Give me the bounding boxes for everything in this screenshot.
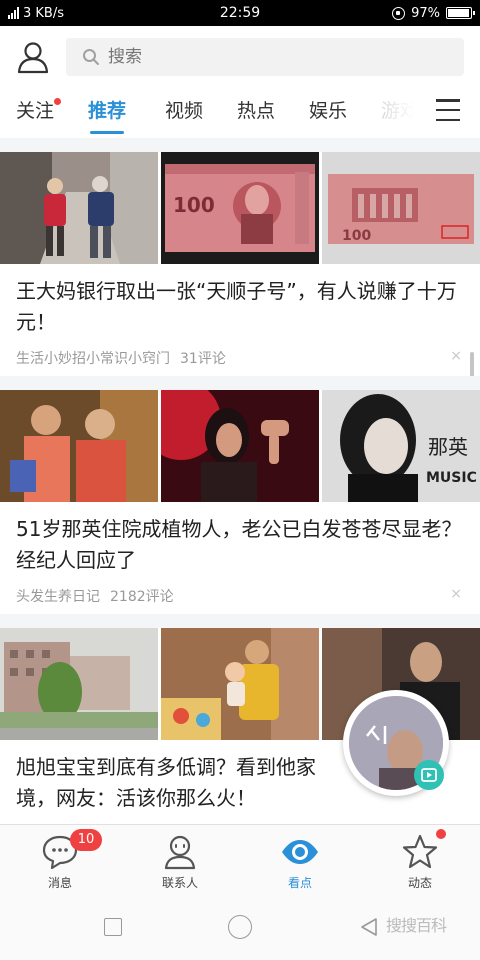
back-icon[interactable] (358, 916, 380, 938)
moments-dot-badge (436, 829, 446, 839)
rotation-lock-icon (392, 6, 406, 20)
search-icon (83, 49, 99, 65)
article-title[interactable]: 王大妈银行取出一张“天顺子号”，有人说赚了十万元！ (0, 264, 480, 338)
bottom-tab-contacts[interactable]: 联系人 (120, 825, 240, 895)
tab-video[interactable]: 视频 (165, 96, 203, 128)
system-nav-bar: 搜搜百科 (0, 894, 480, 960)
article-title-line2: 境，网友：活该你那么火！ (16, 786, 256, 810)
eye-icon (282, 840, 318, 864)
article-source[interactable]: 生活小妙招小常识小窍门 (16, 348, 170, 368)
home-icon[interactable] (228, 915, 252, 939)
poster-name: 那英 (428, 435, 468, 459)
tab-follow[interactable]: 关注 (16, 96, 62, 128)
tab-hot[interactable]: 热点 (237, 96, 275, 128)
tabs-fade-overlay (366, 88, 426, 134)
header (0, 26, 480, 88)
feed-divider (0, 614, 480, 628)
comment-count: 31评论 (180, 351, 226, 367)
thumbnail-singer-stage[interactable] (161, 390, 319, 502)
svg-text:100: 100 (342, 228, 371, 244)
bottom-tab-contacts-label: 联系人 (161, 876, 198, 890)
bottom-tab-messages[interactable]: 消息 10 (0, 825, 120, 895)
bottom-tab-moments[interactable]: 动态 (360, 825, 480, 895)
thumbnail-street-elderly[interactable] (0, 152, 158, 264)
network-speed: 3 KB/s (23, 5, 64, 21)
dismiss-icon[interactable]: × (450, 586, 462, 602)
battery-icon (446, 7, 475, 19)
thumbnail-man-with-baby[interactable] (161, 628, 319, 740)
recent-apps-icon[interactable] (104, 918, 122, 936)
tab-hot-label: 热点 (237, 100, 276, 122)
thumbnail-row: 100 100 (0, 152, 480, 264)
contacts-icon (164, 835, 196, 870)
search-input[interactable] (108, 47, 408, 67)
article-source[interactable]: 头发生养日记 (16, 586, 100, 606)
thumbnail-banknote-front[interactable]: 100 (161, 152, 319, 264)
status-left: 3 KB/s (8, 6, 392, 21)
thumbnail-row: 那英 MUSIC (0, 390, 480, 502)
article-meta: 生活小妙招小常识小窍门 31评论 × (0, 338, 480, 368)
feed-divider (0, 376, 480, 390)
bottom-tab-kandian-label: 看点 (287, 876, 312, 890)
dismiss-icon[interactable]: × (450, 348, 462, 364)
feed-item[interactable]: 100 100 王大妈银行取出一张“天顺子号”，有人说赚了十万元！ 生活小妙招小… (0, 152, 480, 368)
battery-percent: 97% (411, 5, 440, 21)
tab-follow-label: 关注 (16, 100, 55, 122)
new-dot-badge (54, 98, 62, 105)
feed-divider (0, 138, 480, 152)
status-bar: 3 KB/s 22:59 97% (0, 0, 480, 26)
bottom-tab-kandian[interactable]: 看点 (240, 825, 360, 895)
feed-item[interactable]: 那英 MUSIC 51岁那英住院成植物人，老公已白发苍苍尽显老？经纪人回应了 头… (0, 390, 480, 606)
search-box[interactable] (66, 38, 464, 76)
bottom-tab-messages-label: 消息 (47, 876, 72, 890)
channel-tabs: 关注 推荐 视频 热点 娱乐 游戏 (0, 88, 480, 134)
thumbnail-couple-photo[interactable] (0, 390, 158, 502)
tab-video-label: 视频 (165, 100, 204, 122)
article-title-line1: 旭旭宝宝到底有多低调？看到他家 (16, 755, 316, 779)
article-title[interactable]: 51岁那英住院成植物人，老公已白发苍苍尽显老？经纪人回应了 (0, 502, 480, 576)
thumbnail-singer-poster[interactable]: 那英 MUSIC (322, 390, 480, 502)
watermark: 搜搜百科 (386, 916, 447, 935)
bottom-tab-moments-label: 动态 (407, 876, 432, 890)
star-icon (402, 834, 438, 869)
user-profile-icon[interactable] (16, 40, 50, 74)
video-play-icon[interactable] (414, 760, 444, 790)
status-right: 97% (392, 5, 475, 21)
comment-count: 2182评论 (110, 589, 174, 605)
menu-icon[interactable] (436, 99, 460, 121)
tab-entertainment[interactable]: 娱乐 (309, 96, 347, 128)
tab-recommend-label: 推荐 (88, 100, 127, 122)
tab-recommend[interactable]: 推荐 (88, 96, 127, 134)
thumbnail-apartment-buildings[interactable] (0, 628, 158, 740)
thumbnail-banknote-back[interactable]: 100 (322, 152, 480, 264)
unread-count-badge: 10 (70, 829, 102, 851)
svg-text:MUSIC: MUSIC (426, 470, 477, 486)
bottom-tab-bar: 消息 10 联系人 看点 动态 (0, 824, 480, 894)
tab-entertainment-label: 娱乐 (309, 100, 348, 122)
svg-text:100: 100 (173, 193, 215, 217)
signal-icon (8, 7, 19, 19)
article-meta: 头发生养日记 2182评论 × (0, 576, 480, 606)
